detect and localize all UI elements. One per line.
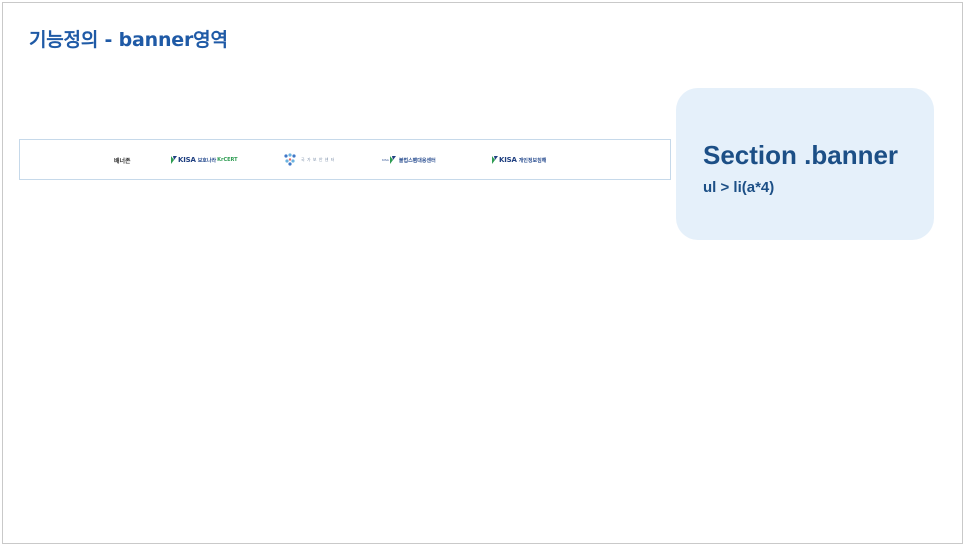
spam-center-text: 불법스팸대응센터 <box>398 157 436 164</box>
page-title: 기능정의 - banner영역 <box>29 29 228 51</box>
banner-link-govt[interactable]: 국 가 보 안 센 터 <box>282 150 335 170</box>
spam-prefix-text: KISA <box>382 158 389 162</box>
banner-list: 배너존 KISA 보호나라 KrCERT 국 가 보 안 센 터 KISA 불법… <box>20 140 670 179</box>
banner-zone-label-text: 배너존 <box>114 157 131 165</box>
kisa-logo-icon <box>389 156 396 164</box>
government-emblem-icon <box>284 153 296 166</box>
banner-link-kisa-privacy[interactable]: KISA 개인정보침해 <box>492 150 546 170</box>
callout-title: Section .banner <box>703 140 899 170</box>
banner-link-kisa-boho[interactable]: KISA 보호나라 KrCERT <box>171 150 238 170</box>
banner-link-spam-center[interactable]: KISA 불법스팸대응센터 <box>382 150 436 170</box>
krcert-text: KrCERT <box>217 157 238 163</box>
govt-text: 국 가 보 안 센 터 <box>301 157 335 162</box>
banner-zone-label: 배너존 <box>114 150 131 170</box>
kisa-boho-text: 보호나라 <box>197 157 217 164</box>
page-frame: 기능정의 - banner영역 배너존 KISA 보호나라 KrCERT 국 가… <box>2 2 963 544</box>
kisa-logo-icon <box>171 156 177 164</box>
kisa-brand-text: KISA <box>178 156 196 164</box>
banner-section: 배너존 KISA 보호나라 KrCERT 국 가 보 안 센 터 KISA 불법… <box>19 139 671 180</box>
kisa-logo-icon <box>492 156 498 164</box>
kisa-brand-text: KISA <box>499 156 517 164</box>
section-callout: Section .banner ul > li(a*4) <box>676 88 934 240</box>
kisa-privacy-text: 개인정보침해 <box>518 157 547 164</box>
callout-subtitle: ul > li(a*4) <box>703 179 775 196</box>
